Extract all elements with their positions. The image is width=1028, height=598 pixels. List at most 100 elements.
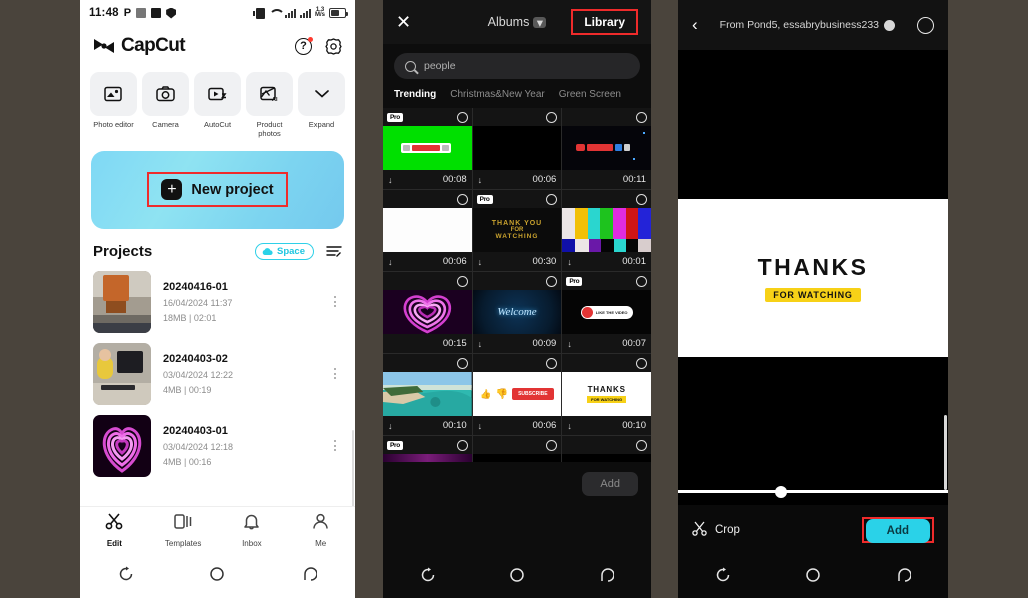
crop-button[interactable]: Crop: [692, 521, 740, 539]
home-icon[interactable]: [805, 567, 821, 588]
table-row[interactable]: 20240403-02 03/04/2024 12:22 4MB | 00:19: [93, 338, 342, 410]
recent-apps-icon[interactable]: [715, 567, 731, 588]
table-row[interactable]: 20240403-01 03/04/2024 12:18 4MB | 00:16: [93, 410, 342, 482]
tool-camera[interactable]: Camera: [142, 72, 189, 139]
media-thumbnail: [383, 126, 472, 170]
tool-autocut[interactable]: AutoCut: [194, 72, 241, 139]
slider-thumb[interactable]: [775, 485, 788, 498]
select-checkbox[interactable]: [635, 357, 647, 369]
media-cell[interactable]: 00:11: [562, 108, 651, 189]
select-checkbox[interactable]: [456, 357, 468, 369]
tab-trending[interactable]: Trending: [394, 89, 436, 100]
media-preview-panel: ‹ From Pond5, essabrybusiness233 THANKS …: [678, 0, 948, 598]
media-thumbnail: [472, 126, 562, 170]
tool-product-photos[interactable]: AI Product photos: [246, 72, 293, 139]
android-nav-bar: [678, 556, 948, 598]
search-input[interactable]: people: [394, 53, 640, 79]
media-cell[interactable]: ↓ 00:01: [562, 190, 651, 271]
tab-library[interactable]: Library: [571, 9, 638, 35]
pro-badge: Pro: [387, 440, 403, 450]
new-project-label: New project: [191, 181, 274, 198]
select-checkbox[interactable]: [635, 439, 647, 451]
media-cell[interactable]: Pro LIKE THE VIDEO ↓ 00:07: [562, 272, 651, 353]
media-cell[interactable]: ↓ 00:06: [383, 190, 472, 271]
tab-templates[interactable]: Templates: [149, 507, 218, 554]
scrollbar[interactable]: [944, 415, 947, 490]
tab-christmas-new-year[interactable]: Christmas&New Year: [450, 89, 544, 100]
camera-icon: [142, 72, 189, 116]
select-checkbox[interactable]: [546, 357, 558, 369]
download-icon: ↓: [388, 256, 393, 267]
back-icon[interactable]: [598, 567, 616, 588]
recent-apps-icon[interactable]: [420, 567, 436, 588]
media-cell[interactable]: [562, 436, 651, 462]
media-grid: Pro ↓ 00:08 ↓ 00:06 00:11 ↓ 00:06 Pro TH…: [383, 108, 651, 462]
crop-icon: [692, 521, 708, 539]
playback-slider[interactable]: [678, 485, 948, 498]
media-cell[interactable]: ↓ 00:10: [383, 354, 472, 435]
media-thumbnail: [383, 208, 472, 252]
select-checkbox[interactable]: [456, 439, 468, 451]
select-checkbox[interactable]: [456, 275, 468, 287]
select-checkbox[interactable]: [635, 193, 647, 205]
tab-label: Inbox: [242, 539, 262, 548]
category-tabs: Trending Christmas&New Year Green Screen: [383, 79, 651, 108]
help-icon[interactable]: ?: [295, 36, 313, 55]
app-title: CapCut: [121, 35, 186, 56]
tab-label: Me: [315, 539, 327, 548]
media-cell[interactable]: [472, 436, 562, 462]
sort-icon[interactable]: [326, 245, 342, 258]
select-checkbox[interactable]: [546, 111, 558, 123]
media-cell[interactable]: Welcome ↓ 00:09: [472, 272, 562, 353]
home-icon[interactable]: [209, 566, 225, 587]
gear-icon[interactable]: [325, 37, 342, 55]
media-cell[interactable]: ↓ 00:06: [472, 108, 562, 189]
media-cell[interactable]: Pro: [383, 436, 472, 462]
new-project-button[interactable]: + New project: [147, 172, 288, 208]
select-checkbox[interactable]: [546, 275, 558, 287]
back-icon[interactable]: [895, 567, 912, 588]
select-checkbox[interactable]: [456, 193, 468, 205]
project-menu-icon[interactable]: [328, 440, 342, 452]
media-cell[interactable]: Pro THANK YOU FOR WATCHING ↓ 00:30: [472, 190, 562, 271]
select-checkbox[interactable]: [546, 193, 558, 205]
select-circle-icon[interactable]: [917, 16, 934, 34]
select-checkbox[interactable]: [635, 275, 647, 287]
chevron-down-icon: [298, 72, 345, 116]
duration-label: 00:30: [532, 256, 557, 267]
photo-editor-icon: [90, 72, 137, 116]
tool-expand[interactable]: Expand: [298, 72, 345, 139]
project-menu-icon[interactable]: [328, 368, 342, 380]
tool-photo-editor[interactable]: Photo editor: [90, 72, 137, 139]
project-date: 03/04/2024 12:18: [163, 441, 234, 452]
media-cell[interactable]: 👍 👎 SUBSCRIBE ↓ 00:06: [472, 354, 562, 435]
shield-icon: [166, 7, 177, 19]
select-checkbox[interactable]: [546, 439, 558, 451]
media-cell[interactable]: 00:15: [383, 272, 472, 353]
space-label: Space: [277, 245, 305, 257]
media-cell[interactable]: Pro ↓ 00:08: [383, 108, 472, 189]
media-thumbnail: LIKE THE VIDEO: [562, 290, 651, 334]
add-button[interactable]: Add: [865, 519, 930, 543]
tab-edit[interactable]: Edit: [80, 507, 149, 554]
back-icon[interactable]: [301, 566, 318, 587]
recent-apps-icon[interactable]: [118, 566, 134, 587]
close-icon[interactable]: ✕: [396, 12, 411, 33]
status-bar: 11:48 P 1.3 M/s: [80, 0, 355, 26]
media-thumbnail: [562, 126, 651, 170]
tab-inbox[interactable]: Inbox: [218, 507, 287, 554]
select-checkbox[interactable]: [456, 111, 468, 123]
project-menu-icon[interactable]: [328, 296, 342, 308]
media-cell[interactable]: THANKS FOR WATCHING ↓ 00:10: [562, 354, 651, 435]
space-button[interactable]: Space: [255, 242, 314, 260]
tab-green-screen[interactable]: Green Screen: [559, 89, 621, 100]
tab-me[interactable]: Me: [286, 507, 355, 554]
home-icon[interactable]: [509, 567, 525, 588]
select-checkbox[interactable]: [635, 111, 647, 123]
media-thumbnail: [562, 208, 651, 252]
cloud-icon: [262, 247, 273, 255]
table-row[interactable]: 20240416-01 16/04/2024 11:37 18MB | 02:0…: [93, 266, 342, 338]
pro-badge: Pro: [387, 112, 403, 122]
add-button[interactable]: Add: [582, 472, 638, 496]
download-icon: ↓: [567, 256, 572, 267]
